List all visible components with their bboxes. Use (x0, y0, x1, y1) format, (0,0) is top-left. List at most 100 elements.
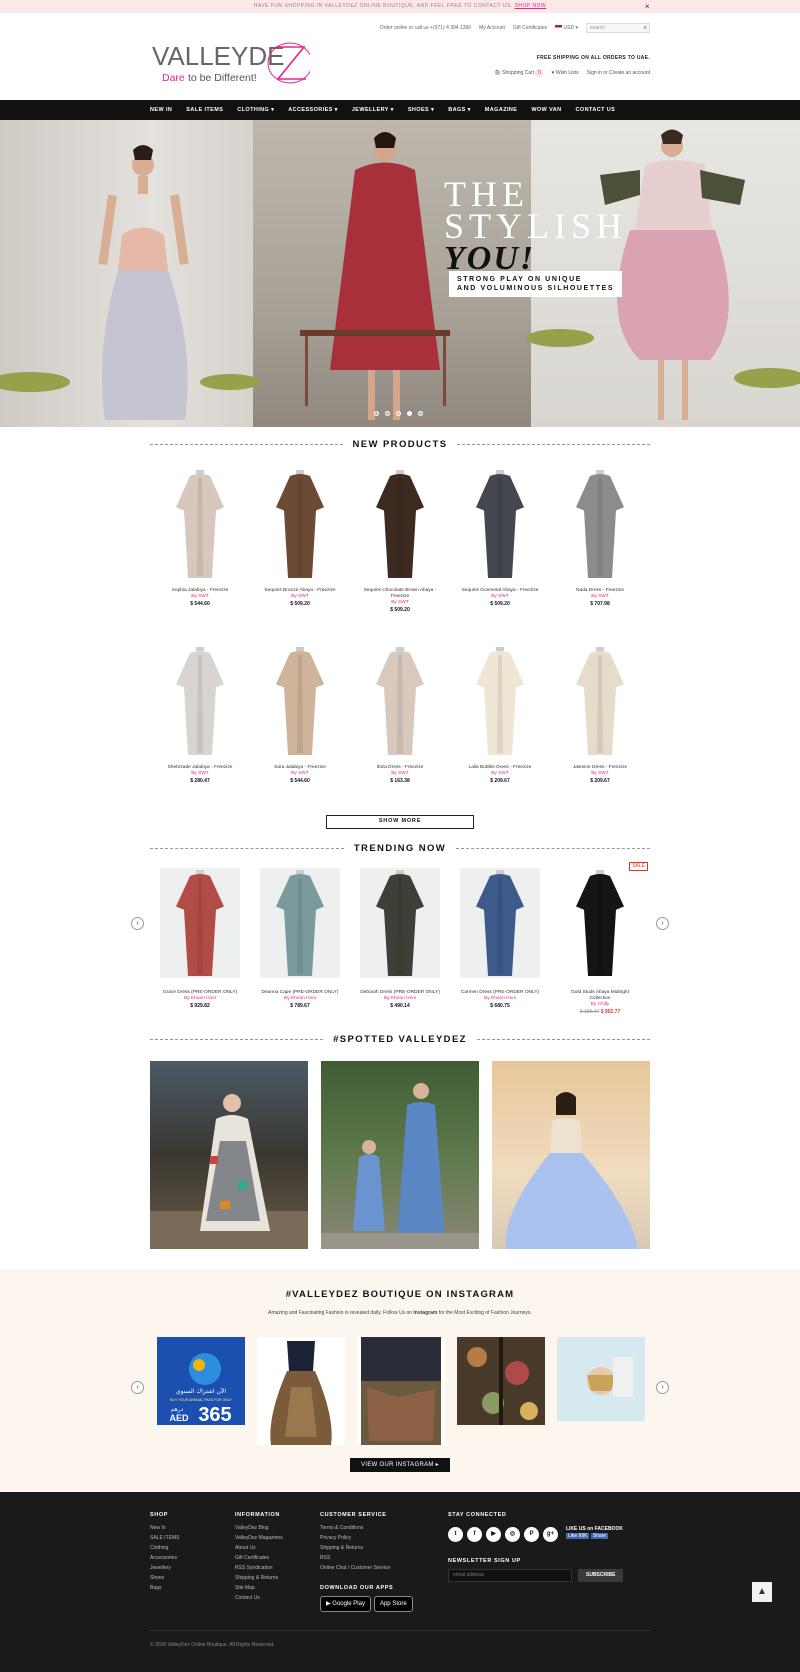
footer-link[interactable]: RSS (320, 1553, 416, 1563)
nav-item-contact-us[interactable]: CONTACT US (576, 107, 616, 113)
product-card[interactable]: Sequins Gunmetal Abaya - Freezize By SWT $… (450, 460, 550, 637)
product-card[interactable]: SALE Gold Studs Abaya Midnight Collection… (550, 862, 650, 1020)
footer-link[interactable]: Contact Us (235, 1593, 283, 1603)
email-field[interactable]: email address (448, 1569, 572, 1582)
cart-link[interactable]: 🛍 Shopping Cart 0 (494, 69, 544, 77)
nav-item-wow-van[interactable]: WOW VAN (531, 107, 561, 113)
slider-dot-active[interactable] (407, 411, 412, 416)
footer-link[interactable]: Site Map (235, 1583, 283, 1593)
footer-link[interactable]: SALE ITEMS (150, 1533, 179, 1543)
product-card[interactable]: Nada Dress - Freezize By SWT $ 707.98 (550, 460, 650, 637)
nav-item-jewellery[interactable]: JEWELLERY ▾ (352, 107, 394, 113)
product-image[interactable] (560, 868, 640, 978)
footer-link[interactable]: Accessories (150, 1553, 179, 1563)
product-card[interactable]: Jasmine Dress - Freezize By SWT $ 209.67 (550, 637, 650, 814)
footer-link[interactable]: Online Chat / Customer Service (320, 1563, 416, 1573)
footer-link[interactable]: Terms & Conditions (320, 1523, 416, 1533)
nav-item-shoes[interactable]: SHOES ▾ (408, 107, 434, 113)
wishlist-link[interactable]: ♥ Wish Lists (551, 70, 578, 76)
spotted-photo[interactable] (492, 1061, 650, 1249)
view-instagram-button[interactable]: VIEW OUR INSTAGRAM ▸ (350, 1458, 450, 1472)
product-image[interactable] (365, 468, 435, 580)
product-image[interactable] (460, 868, 540, 978)
footer-link[interactable]: Jewellery (150, 1563, 179, 1573)
product-image[interactable] (165, 468, 235, 580)
spotted-photo[interactable] (150, 1061, 308, 1249)
footer-link[interactable]: New In (150, 1523, 179, 1533)
footer-link[interactable]: Clothing (150, 1543, 179, 1553)
app-store-badge[interactable]: App Store (373, 1596, 413, 1612)
facebook-icon[interactable]: f (467, 1527, 482, 1542)
product-image[interactable] (260, 868, 340, 978)
product-image[interactable] (565, 645, 635, 757)
back-to-top-icon[interactable]: ▲ (752, 1582, 772, 1602)
product-image[interactable] (565, 468, 635, 580)
footer-link[interactable]: Privacy Policy (320, 1533, 416, 1543)
slider-dot[interactable] (374, 411, 379, 416)
footer-link[interactable]: ValleyDez Blog (235, 1523, 283, 1533)
footer-link[interactable]: Shoes (150, 1573, 179, 1583)
logo[interactable]: VALLEYDE Dare to be Different! (150, 39, 313, 87)
twitter-icon[interactable]: t (448, 1527, 463, 1542)
product-card[interactable]: Deborah Dress (PRE-ORDER ONLY) By Khoon H… (350, 862, 450, 1020)
search-icon[interactable]: ⌕ (644, 24, 647, 32)
footer-link[interactable]: Shipping & Returns (320, 1543, 416, 1553)
product-card[interactable]: Shehrzade Jalabiya - Freezize By SWT $ 280… (150, 637, 250, 814)
close-icon[interactable]: × (645, 0, 650, 13)
product-image[interactable] (165, 645, 235, 757)
next-arrow-icon[interactable]: › (656, 917, 669, 930)
nav-item-accessories[interactable]: ACCESSORIES ▾ (288, 107, 338, 113)
instagram-post[interactable]: الآن اشتراك السنوي BUY YOUR ANNUAL PASS … (157, 1337, 245, 1425)
search-input[interactable]: search ⌕ (586, 23, 650, 33)
product-image[interactable] (265, 468, 335, 580)
prev-arrow-icon[interactable]: ‹ (131, 917, 144, 930)
product-card[interactable]: Carmen Dress (PRE-ORDER ONLY) By Khoon Ho… (450, 862, 550, 1020)
google-play-badge[interactable]: ▶ Google Play (320, 1596, 371, 1612)
nav-item-sale-items[interactable]: SALE ITEMS (186, 107, 223, 113)
product-card[interactable]: Ibiza Dress - Freezize By SWT $ 163.38 (350, 637, 450, 814)
product-image[interactable] (365, 645, 435, 757)
product-card[interactable]: Sophia Jalabiya - Freezize By SWT $ 544.60 (150, 460, 250, 637)
show-more-button[interactable]: SHOW MORE (326, 815, 474, 829)
prev-arrow-icon[interactable]: ‹ (131, 1381, 144, 1394)
instagram-post[interactable] (257, 1337, 345, 1445)
product-card[interactable]: Sequins Bronze Abaya - Freezize By SWT $ 5… (250, 460, 350, 637)
footer-link[interactable]: ValleyDez Magazines (235, 1533, 283, 1543)
subscribe-button[interactable]: SUBSCRIBE (578, 1569, 624, 1582)
product-card[interactable]: Sequins Chocolate Brown Abaya - Freezize… (350, 460, 450, 637)
product-card[interactable]: Grace Dress (PRE-ORDER ONLY) By Khoon Hoo… (150, 862, 250, 1020)
footer-link[interactable]: Shipping & Returns (235, 1573, 283, 1583)
nav-item-magazine[interactable]: MAGAZINE (485, 107, 518, 113)
nav-item-bags[interactable]: BAGS ▾ (448, 107, 471, 113)
nav-item-clothing[interactable]: CLOTHING ▾ (237, 107, 274, 113)
pinterest-icon[interactable]: P (524, 1527, 539, 1542)
hero-banner[interactable]: THE STYLISH YOU! STRONG PLAY ON UNIQUE A… (0, 120, 800, 427)
shop-now-link[interactable]: SHOP NOW (515, 3, 547, 9)
product-image[interactable] (160, 868, 240, 978)
my-account-link[interactable]: My Account (479, 25, 505, 31)
slider-dot[interactable] (396, 411, 401, 416)
instagram-icon[interactable]: ◎ (505, 1527, 520, 1542)
footer-link[interactable]: Gift Certificates (235, 1553, 283, 1563)
product-image[interactable] (265, 645, 335, 757)
signin-link[interactable]: Sign in or Create an account (587, 70, 650, 76)
footer-link[interactable]: Bags (150, 1583, 179, 1593)
slider-dot[interactable] (385, 411, 390, 416)
nav-item-new-in[interactable]: NEW IN (150, 107, 172, 113)
google-plus-icon[interactable]: g+ (543, 1527, 558, 1542)
gift-certificates-link[interactable]: Gift Certificates (513, 25, 547, 31)
spotted-photo[interactable] (321, 1061, 479, 1249)
product-card[interactable]: Deanna Cape (PRE-ORDER ONLY) By Khoon Hoo… (250, 862, 350, 1020)
fb-like-button[interactable]: Like 99K (566, 1532, 590, 1539)
fb-share-button[interactable]: Share (590, 1532, 609, 1539)
product-name[interactable]: Sequins Chocolate Brown Abaya - Freezize (350, 588, 450, 600)
instagram-post[interactable] (357, 1337, 445, 1445)
footer-link[interactable]: RSS Syndication (235, 1563, 283, 1573)
instagram-post[interactable] (557, 1337, 645, 1421)
product-image[interactable] (360, 868, 440, 978)
slider-dot[interactable] (418, 411, 423, 416)
product-card[interactable]: Laila Bubble Dress - Freezize By SWT $ 209… (450, 637, 550, 814)
product-name[interactable]: Gold Studs Abaya Midnight Collection (550, 990, 650, 1002)
next-arrow-icon[interactable]: › (656, 1381, 669, 1394)
currency-selector[interactable]: USD ▾ (555, 25, 578, 31)
